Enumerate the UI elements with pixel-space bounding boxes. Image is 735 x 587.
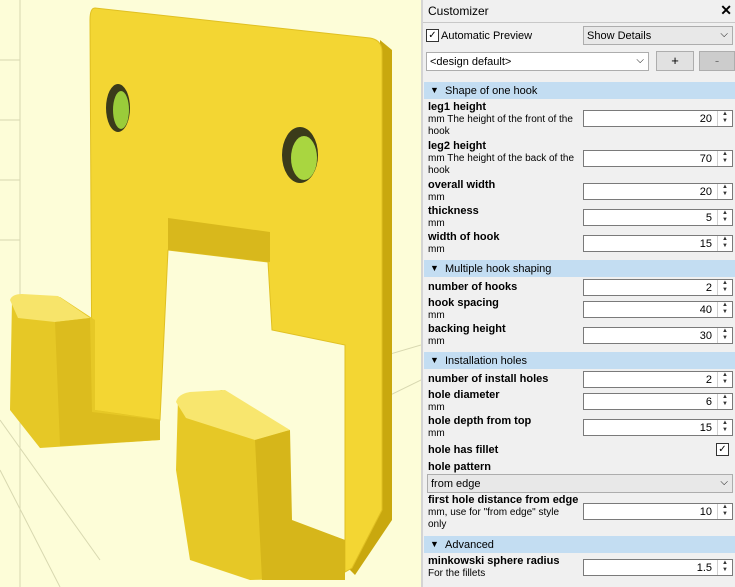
param-label: number of hooks (428, 281, 518, 293)
chevron-down-icon: ⌵ (720, 29, 728, 40)
param-description: mm (428, 244, 445, 255)
param-label: backing height (428, 323, 506, 335)
number-of-hooks-spinbox[interactable]: 2 ▲ ▼ (583, 279, 733, 296)
preview-row: ✓ Automatic Preview Show Details ⌵ (423, 25, 735, 47)
group-title: Installation holes (445, 355, 527, 367)
hook-width-spinbox[interactable]: 15 ▲ ▼ (583, 235, 733, 252)
first-hole-distance-spinbox[interactable]: 10 ▲ ▼ (583, 503, 733, 520)
details-select-value: Show Details (587, 30, 652, 42)
preset-select-value: <design default> (430, 56, 512, 68)
collapse-triangle-icon: ▼ (430, 85, 439, 95)
spin-value: 15 (699, 238, 712, 250)
customizer-panel: Customizer ✕ ✓ Automatic Preview Show De… (423, 0, 735, 587)
spin-value: 5 (705, 212, 712, 224)
spin-value: 2 (705, 374, 712, 386)
param-label: leg2 height (428, 140, 487, 152)
hole-fillet-checkbox[interactable]: ✓ (716, 443, 729, 456)
group-title: Advanced (445, 539, 494, 551)
install-holes-spinbox[interactable]: 2 ▲ ▼ (583, 371, 733, 388)
group-header-install[interactable]: ▼ Installation holes (424, 352, 735, 369)
group-title: Multiple hook shaping (445, 263, 552, 275)
param-description: mm The height of the back of the hook (428, 153, 575, 176)
spin-value: 20 (699, 186, 712, 198)
param-label: leg1 height (428, 101, 487, 113)
spin-value: 20 (699, 113, 712, 125)
leg2-height-spinbox[interactable]: 70 ▲ ▼ (583, 150, 733, 167)
param-label: width of hook (428, 231, 500, 243)
param-description: mm (428, 218, 445, 229)
backing-height-spinbox[interactable]: 30 ▲ ▼ (583, 327, 733, 344)
spin-arrows-icon[interactable]: ▲ ▼ (717, 111, 732, 126)
model-render (0, 0, 421, 587)
spin-value: 70 (699, 153, 712, 165)
customizer-titlebar: Customizer ✕ (423, 0, 735, 23)
param-label: minkowski sphere radius (428, 555, 560, 567)
spin-arrows-icon[interactable]: ▲ ▼ (717, 504, 732, 519)
preset-select[interactable]: <design default> ⌵ (426, 52, 649, 71)
spin-arrows-icon[interactable]: ▲ ▼ (717, 394, 732, 409)
thickness-spinbox[interactable]: 5 ▲ ▼ (583, 209, 733, 226)
leg1-height-spinbox[interactable]: 20 ▲ ▼ (583, 110, 733, 127)
customizer-title: Customizer (428, 4, 489, 18)
param-description: mm (428, 336, 445, 347)
chevron-down-icon: ⌵ (720, 477, 728, 488)
spin-value: 30 (699, 330, 712, 342)
param-label: thickness (428, 205, 479, 217)
minkowski-radius-spinbox[interactable]: 1.5 ▲ ▼ (583, 559, 733, 576)
param-description: mm (428, 310, 445, 321)
group-header-multiple[interactable]: ▼ Multiple hook shaping (424, 260, 735, 277)
spin-value: 6 (705, 396, 712, 408)
group-title: Shape of one hook (445, 85, 538, 97)
param-label: number of install holes (428, 373, 549, 385)
spin-arrows-icon[interactable]: ▲ ▼ (717, 210, 732, 225)
collapse-triangle-icon: ▼ (430, 539, 439, 549)
group-header-advanced[interactable]: ▼ Advanced (424, 536, 735, 553)
auto-preview-label: Automatic Preview (441, 30, 533, 42)
spin-arrows-icon[interactable]: ▲ ▼ (717, 372, 732, 387)
3d-viewport[interactable] (0, 0, 421, 587)
hole-depth-spinbox[interactable]: 15 ▲ ▼ (583, 419, 733, 436)
spin-arrows-icon[interactable]: ▲ ▼ (717, 328, 732, 343)
param-label: hole depth from top (428, 415, 532, 427)
spin-arrows-icon[interactable]: ▲ ▼ (717, 184, 732, 199)
spin-arrows-icon[interactable]: ▲ ▼ (717, 151, 732, 166)
spin-arrows-icon[interactable]: ▲ ▼ (717, 236, 732, 251)
spin-value: 40 (699, 304, 712, 316)
collapse-triangle-icon: ▼ (430, 355, 439, 365)
param-label: hole pattern (428, 461, 491, 473)
auto-preview-checkbox[interactable]: ✓ (426, 29, 439, 42)
param-label: hook spacing (428, 297, 499, 309)
spin-arrows-icon[interactable]: ▲ ▼ (717, 302, 732, 317)
spin-arrows-icon[interactable]: ▲ ▼ (717, 280, 732, 295)
param-label: overall width (428, 179, 496, 191)
add-preset-button[interactable]: + (656, 51, 694, 71)
hole-pattern-value: from edge (431, 478, 481, 490)
close-icon[interactable]: ✕ (720, 2, 732, 19)
param-label: hole has fillet (428, 444, 499, 456)
spin-value: 2 (705, 282, 712, 294)
param-description: mm, use for "from edge" style only (428, 507, 560, 530)
group-header-shape[interactable]: ▼ Shape of one hook (424, 82, 735, 99)
hole-diameter-spinbox[interactable]: 6 ▲ ▼ (583, 393, 733, 410)
details-select[interactable]: Show Details ⌵ (583, 26, 733, 45)
param-description: mm (428, 402, 445, 413)
spin-arrows-icon[interactable]: ▲ ▼ (717, 420, 732, 435)
spin-value: 1.5 (696, 562, 712, 574)
param-label: first hole distance from edge (428, 494, 578, 506)
chevron-down-icon: ⌵ (636, 55, 644, 66)
param-description: For the fillets (428, 568, 486, 579)
overall-width-spinbox[interactable]: 20 ▲ ▼ (583, 183, 733, 200)
hook-spacing-spinbox[interactable]: 40 ▲ ▼ (583, 301, 733, 318)
spin-arrows-icon[interactable]: ▲ ▼ (717, 560, 732, 575)
param-description: mm (428, 428, 445, 439)
param-description: mm (428, 192, 445, 203)
spin-value: 15 (699, 422, 712, 434)
param-label: hole diameter (428, 389, 500, 401)
collapse-triangle-icon: ▼ (430, 263, 439, 273)
hole-pattern-select[interactable]: from edge ⌵ (427, 474, 733, 493)
param-description: mm The height of the front of the hook (428, 114, 573, 137)
spin-value: 10 (699, 506, 712, 518)
remove-preset-button[interactable]: - (699, 51, 735, 71)
